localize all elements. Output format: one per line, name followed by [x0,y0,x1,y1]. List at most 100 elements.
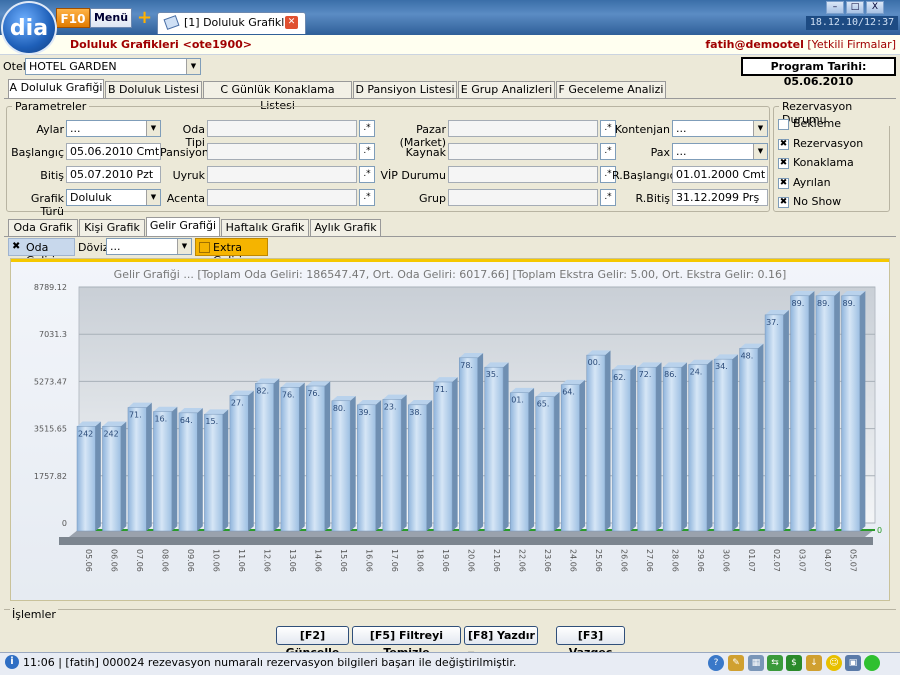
bar-data-label: 76. [282,390,295,399]
bar-side [783,310,789,531]
bar [535,396,555,532]
download-icon[interactable]: ↓ [806,655,822,671]
vazgec-button[interactable]: [F3] Vazgeç [556,626,625,659]
chevron-down-icon[interactable]: ▼ [177,239,191,254]
tab-doluluk-grafigi[interactable]: A Doluluk Grafiği [8,79,104,98]
kaynak-label: Kaynak [405,146,446,159]
bitis-label: Bitiş [40,169,64,182]
bar-side [477,353,484,531]
r-bitis-input[interactable]: 31.12.2099 Prş [672,189,768,206]
bar-side [324,381,331,531]
chevron-down-icon[interactable]: ▼ [753,144,767,159]
doviz-label: Döviz [78,241,109,254]
pansiyon-input[interactable] [207,143,357,160]
bar-data-label: 27. [231,398,244,407]
acenta-input[interactable] [207,189,357,206]
parametreler-title: Parametreler [12,100,90,113]
tab-gunluk-konaklama[interactable]: C Günlük Konaklama Listesi [203,81,352,112]
top-bar [0,0,900,35]
guncelle-button[interactable]: [F2] Güncelle [276,626,349,659]
bar-data-label: 71. [129,410,142,419]
oda-geliri-toggle[interactable]: ✖ Oda Geliri [8,238,75,267]
tab-doluluk-listesi[interactable]: B Doluluk Listesi [105,81,202,98]
aylar-select[interactable]: ... ▼ [66,120,161,137]
chevron-down-icon[interactable]: ▼ [186,59,200,74]
grafik-turu-select[interactable]: Doluluk ▼ [66,189,161,206]
bar-data-label: 35. [486,370,499,379]
r-baslangic-input[interactable]: 01.01.2000 Cmt [672,166,768,183]
x-tick-label: 10.06 [212,549,221,572]
pax-select[interactable]: ... ▼ [672,143,768,160]
bar-side [554,391,560,531]
x-tick-label: 08.06 [161,549,170,572]
maximize-icon[interactable]: □ [846,1,864,14]
bar-data-label: 48. [741,351,754,360]
pazar-input[interactable] [448,120,598,137]
x-tick-label: 20.06 [466,549,475,572]
bar [357,404,376,532]
rez-checkbox-4[interactable]: ✖ [778,197,789,208]
dollar-icon[interactable]: $ [786,655,802,671]
chevron-down-icon[interactable]: ▼ [146,121,160,136]
kaynak-input[interactable] [448,143,598,160]
tab-grup-analizleri[interactable]: E Grup Analizleri [458,81,555,98]
rez-label-0: Bekleme [793,117,841,130]
rez-checkbox-1[interactable]: ✖ [778,138,789,150]
help-icon[interactable]: ? [708,655,724,671]
bar-data-label: 78. [460,361,473,370]
pax-label: Pax [650,146,670,159]
lock-icon[interactable]: ▣ [845,655,861,671]
close-tab-icon[interactable]: ✕ [285,16,298,29]
doviz-select[interactable]: ... ▼ [106,238,192,255]
window-tab[interactable]: [1] Doluluk Grafikleri [157,12,306,34]
tab-aylik-grafik[interactable]: Aylık Grafik [310,219,381,236]
bar-side [95,421,101,531]
bar [841,295,861,532]
x-tick-label: 07.06 [135,549,144,572]
user-name: fatih@demootel [705,38,804,51]
chevron-down-icon[interactable]: ▼ [146,190,160,205]
rez-checkbox-3[interactable]: ✖ [778,177,789,189]
chevron-down-icon[interactable]: ▼ [753,121,767,136]
f10-button[interactable]: F10 [56,8,90,28]
minimize-icon[interactable]: – [826,1,844,14]
yazdir-button[interactable]: [F8] Yazdır ▼ [464,626,538,659]
menu-button[interactable]: Menü [90,8,132,28]
authorized-firms-link[interactable]: [Yetkili Firmalar] [807,38,896,51]
tab-pansiyon-listesi[interactable]: D Pansiyon Listesi [353,81,457,98]
kontenjan-select[interactable]: ... ▼ [672,120,768,137]
grup-input[interactable] [448,189,598,206]
tools-icon[interactable]: ✎ [728,655,744,671]
filtreyi-temizle-button[interactable]: [F5] Filtreyi Temizle [352,626,461,659]
calculator-icon[interactable]: ▦ [748,655,764,671]
oda-tipi-input[interactable] [207,120,357,137]
rez-checkbox-2[interactable]: ✖ [778,158,789,169]
rez-label-1: Rezervasyon [793,136,864,150]
tab-oda-grafik[interactable]: Oda Grafik [8,219,78,236]
y-tick-label: 3515.65 [34,425,67,434]
tab-geceleme-analizi[interactable]: F Geceleme Analizi [556,81,666,98]
x-tick-label: 26.06 [619,549,628,572]
tab-gelir-grafigi[interactable]: Gelir Grafiği [146,217,220,236]
bar-data-label: 64. [562,388,575,397]
new-tab-plus-icon[interactable]: + [137,8,152,28]
extra-geliri-toggle[interactable]: Extra Geliri [195,238,268,267]
otel-select[interactable]: HOTEL GARDEN ▼ [25,58,201,75]
tab-kisi-grafik[interactable]: Kişi Grafik [79,219,145,236]
bar-side [859,290,866,531]
baslangic-input[interactable]: 05.06.2010 Cmt [66,143,161,160]
bar-side [426,399,433,531]
uyruk-input[interactable] [207,166,357,183]
extra-geliri-checkbox[interactable] [199,242,210,253]
tab-haftalik-grafik[interactable]: Haftalık Grafik [221,219,309,236]
vip-input[interactable] [448,166,598,183]
bitis-input[interactable]: 05.07.2010 Pzt [66,166,161,183]
bar-data-label: 86. [664,370,677,379]
smiley-icon[interactable]: ☺ [826,655,842,671]
yazdir-label: [F8] Yazdır [468,629,535,642]
bar-data-label: 64. [180,416,193,425]
bar-data-label: 242 [103,429,118,438]
close-window-icon[interactable]: X [866,1,884,14]
rez-checkbox-0[interactable] [778,119,789,130]
currency-exchange-icon[interactable]: ⇆ [767,655,783,671]
